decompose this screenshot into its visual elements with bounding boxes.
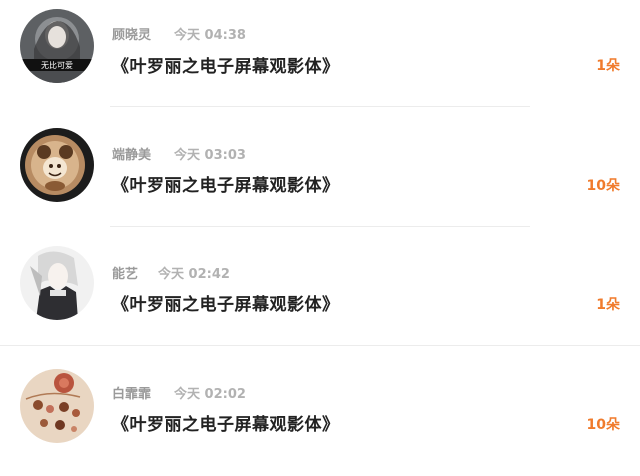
- list-item: 无比可爱 顾晓灵 今天 04:38 《叶罗丽之电子屏幕观影体》 1朵: [0, 0, 640, 119]
- username[interactable]: 白霏霏: [112, 383, 151, 402]
- list-item: 能艺 今天 02:42 《叶罗丽之电子屏幕观影体》 1朵: [0, 238, 640, 357]
- username[interactable]: 顾晓灵: [112, 24, 151, 43]
- book-title[interactable]: 《叶罗丽之电子屏幕观影体》: [112, 171, 340, 196]
- username[interactable]: 能艺: [112, 263, 138, 282]
- timestamp: 今天 04:38: [174, 28, 246, 43]
- divider: [110, 226, 530, 227]
- username[interactable]: 端静美: [112, 144, 151, 163]
- timestamp: 今天 03:03: [174, 148, 246, 163]
- book-title[interactable]: 《叶罗丽之电子屏幕观影体》: [112, 290, 340, 315]
- flower-count: 10朵: [586, 178, 620, 194]
- book-title[interactable]: 《叶罗丽之电子屏幕观影体》: [112, 52, 340, 77]
- flower-count: 1朵: [596, 297, 620, 313]
- avatar-caption: 无比可爱: [41, 60, 73, 70]
- avatar-image: [20, 128, 94, 202]
- flower-count: 10朵: [586, 417, 620, 433]
- timestamp: 今天 02:02: [174, 387, 246, 402]
- avatar[interactable]: [20, 369, 94, 443]
- book-title[interactable]: 《叶罗丽之电子屏幕观影体》: [112, 410, 340, 435]
- timestamp: 今天 02:42: [158, 267, 230, 282]
- flower-count: 1朵: [596, 58, 620, 74]
- divider: [0, 345, 640, 346]
- divider: [110, 106, 530, 107]
- gift-record-list: 无比可爱 顾晓灵 今天 04:38 《叶罗丽之电子屏幕观影体》 1朵 端静美 今…: [0, 0, 640, 470]
- avatar-image: [20, 369, 94, 443]
- avatar[interactable]: 无比可爱: [20, 9, 94, 83]
- avatar-image: [20, 246, 94, 320]
- avatar[interactable]: [20, 128, 94, 202]
- list-item: 白霏霏 今天 02:02 《叶罗丽之电子屏幕观影体》 10朵: [0, 357, 640, 476]
- avatar[interactable]: [20, 246, 94, 320]
- list-item: 端静美 今天 03:03 《叶罗丽之电子屏幕观影体》 10朵: [0, 119, 640, 238]
- avatar-image: 无比可爱: [20, 9, 94, 83]
